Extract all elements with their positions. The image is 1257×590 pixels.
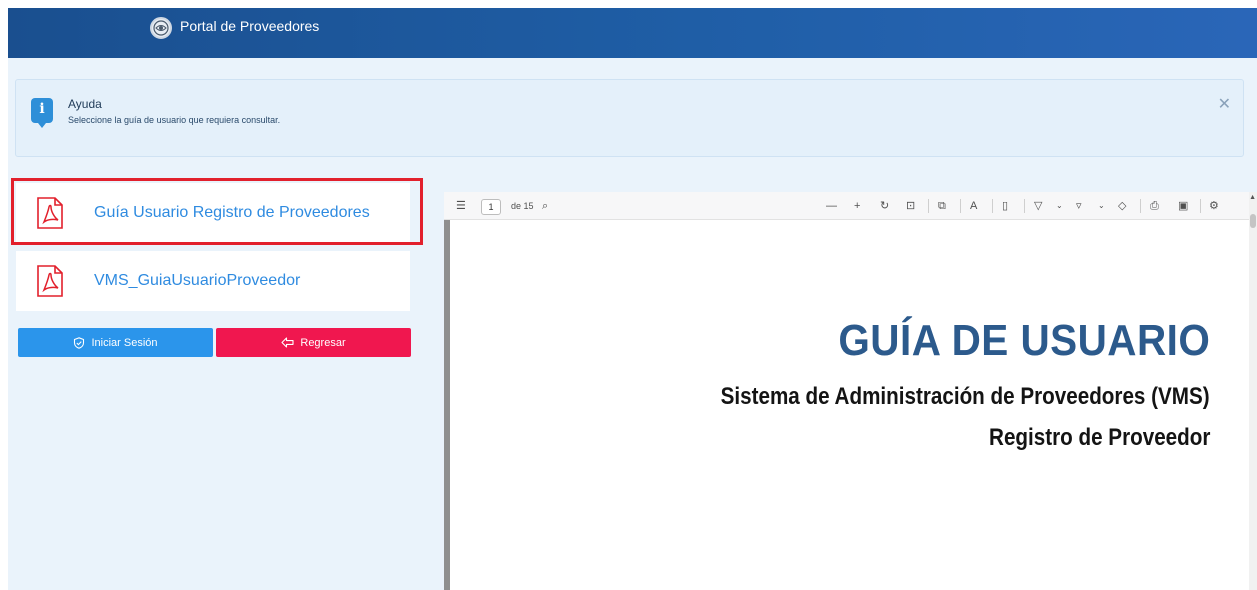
info-icon: i: [31, 98, 53, 128]
pdf-viewer[interactable]: ☰ 1 de 15 ⌕ — + ↻ ⊡ ⧉ A ▯ ▽ ⌄ ▿ ⌄ ◇ ⎙ ▣ …: [444, 192, 1257, 590]
zoom-out-icon[interactable]: —: [826, 199, 837, 213]
scrollbar-thumb[interactable]: [1250, 214, 1256, 228]
highlight-icon[interactable]: ▿: [1076, 199, 1082, 213]
toolbar-divider: [960, 199, 961, 213]
alert-title: Ayuda: [68, 97, 102, 111]
gear-icon[interactable]: ⚙: [1209, 199, 1219, 213]
shield-check-icon: [74, 336, 85, 349]
chevron-down-icon[interactable]: ⌄: [1098, 199, 1105, 213]
viewer-page-edge: [444, 220, 450, 590]
page-number-input[interactable]: 1: [481, 199, 501, 215]
alert-text: Seleccione la guía de usuario que requie…: [68, 115, 281, 125]
toolbar-divider: [1200, 199, 1201, 213]
document-subtitle-secondary: Registro de Proveedor: [988, 424, 1210, 451]
document-item-vms[interactable]: VMS_GuiaUsuarioProveedor: [16, 251, 410, 311]
page-count: de 15: [511, 201, 534, 211]
document-subtitle: Sistema de Administración de Proveedores…: [720, 383, 1210, 410]
pdf-icon: [37, 265, 63, 297]
close-icon[interactable]: ✕: [1218, 94, 1231, 114]
chevron-down-icon[interactable]: ⌄: [1056, 199, 1063, 213]
document-name: VMS_GuiaUsuarioProveedor: [94, 272, 301, 289]
toolbar-divider: [1140, 199, 1141, 213]
toolbar-divider: [1024, 199, 1025, 213]
outline-icon[interactable]: ☰: [456, 199, 466, 213]
save-icon[interactable]: ▣: [1178, 199, 1188, 213]
toolbar-divider: [928, 199, 929, 213]
page: Portal de Proveedores i Ayuda Seleccione…: [0, 0, 1257, 590]
read-aloud-icon[interactable]: A: [970, 199, 977, 213]
info-icon-glyph: i: [39, 101, 45, 117]
header-title: Portal de Proveedores: [180, 18, 320, 34]
draw-icon[interactable]: ▽: [1034, 199, 1042, 213]
scroll-up-icon[interactable]: ▲: [1249, 194, 1256, 201]
arrow-left-icon: [281, 337, 294, 348]
login-button-label: Iniciar Sesión: [91, 336, 158, 349]
search-icon[interactable]: ⌕: [542, 199, 548, 213]
two-page-view-icon[interactable]: ⧉: [938, 199, 946, 213]
zoom-in-icon[interactable]: +: [854, 199, 860, 213]
selected-document-outline: [11, 178, 423, 245]
eraser-icon[interactable]: ◇: [1118, 199, 1126, 213]
portal-logo-icon: [150, 17, 172, 39]
help-alert: i Ayuda Seleccione la guía de usuario qu…: [15, 79, 1244, 157]
print-icon[interactable]: ⎙: [1150, 199, 1159, 213]
immersive-reader-icon[interactable]: ▯: [1002, 199, 1008, 213]
login-button[interactable]: Iniciar Sesión: [18, 328, 213, 357]
document-title: GUÍA DE USUARIO: [838, 316, 1210, 365]
pdf-toolbar: ☰ 1 de 15 ⌕ — + ↻ ⊡ ⧉ A ▯ ▽ ⌄ ▿ ⌄ ◇ ⎙ ▣ …: [444, 192, 1257, 220]
back-button-label: Regresar: [300, 336, 346, 349]
rotate-icon[interactable]: ↻: [880, 199, 889, 213]
toolbar-divider: [992, 199, 993, 213]
top-header: Portal de Proveedores: [8, 8, 1257, 58]
back-button[interactable]: Regresar: [216, 328, 411, 357]
fit-page-icon[interactable]: ⊡: [906, 199, 915, 213]
viewer-scrollbar[interactable]: ▲: [1249, 192, 1257, 590]
